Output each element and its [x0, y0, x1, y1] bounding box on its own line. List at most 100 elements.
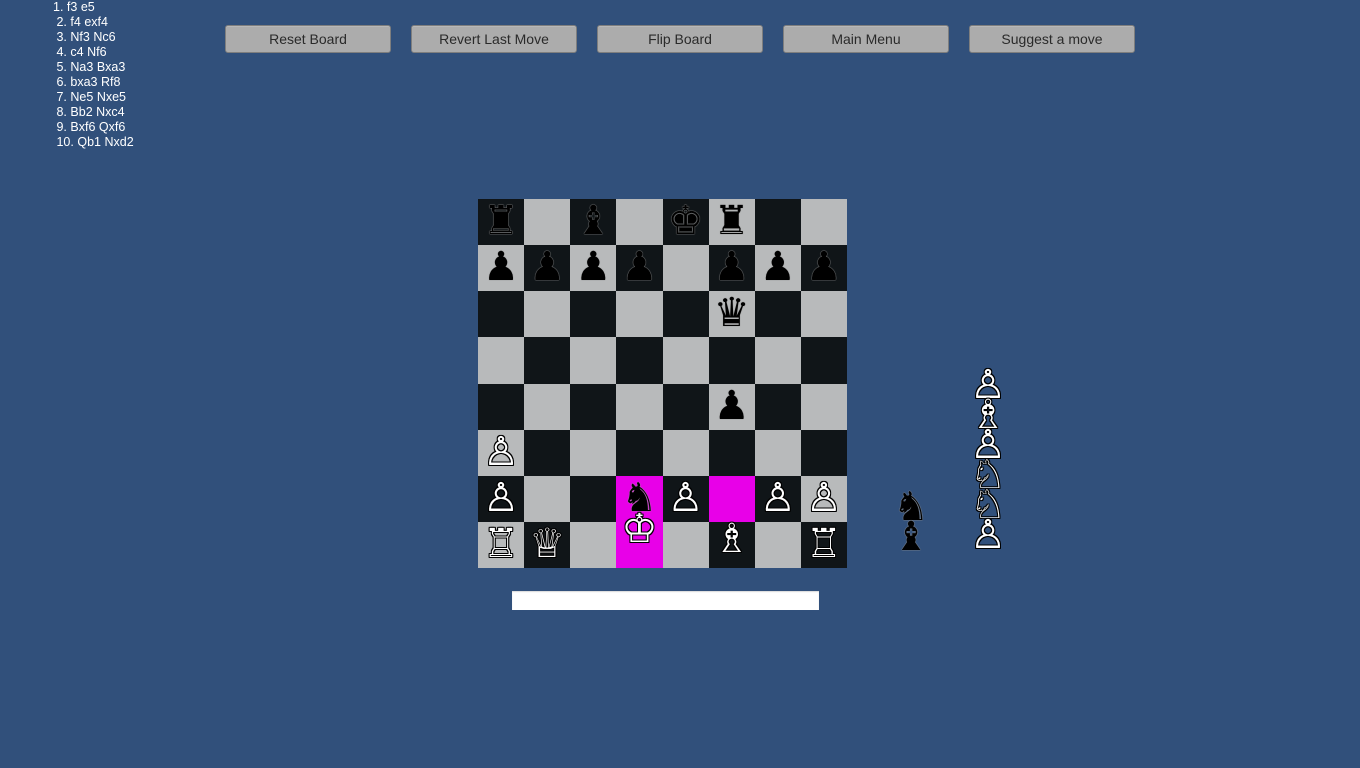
square-c2[interactable] [570, 475, 617, 522]
square-f1[interactable]: ♗ [708, 516, 755, 568]
square-a3[interactable]: ♙ [478, 429, 525, 476]
captured-white-pawn-icon: ♙ [970, 512, 1006, 558]
white-pawn-icon[interactable]: ♙ [478, 475, 524, 521]
white-queen-icon[interactable]: ♕ [524, 521, 570, 567]
square-b5[interactable] [524, 337, 571, 384]
black-pawn-icon[interactable]: ♟ [801, 244, 847, 290]
square-d3[interactable] [616, 429, 663, 476]
black-queen-icon[interactable]: ♛ [709, 290, 755, 336]
move-row: 5. Na3 Bxa3 [53, 60, 134, 75]
square-h8[interactable] [800, 199, 847, 246]
white-pawn-icon[interactable]: ♙ [755, 475, 801, 521]
square-g6[interactable] [754, 291, 801, 338]
square-h2[interactable]: ♙ [800, 475, 847, 522]
square-f4[interactable]: ♟ [708, 383, 755, 430]
suggest-move-button[interactable]: Suggest a move [969, 25, 1135, 53]
black-rook-icon[interactable]: ♜ [709, 198, 755, 244]
flip-board-button[interactable]: Flip Board [597, 25, 763, 53]
square-f5[interactable] [708, 337, 755, 384]
square-g3[interactable] [754, 429, 801, 476]
move-row: 8. Bb2 Nxc4 [53, 105, 134, 120]
square-g4[interactable] [754, 383, 801, 430]
square-a7[interactable]: ♟ [478, 244, 525, 292]
black-rook-icon[interactable]: ♜ [478, 198, 524, 244]
square-c4[interactable] [570, 383, 617, 430]
square-g5[interactable] [754, 337, 801, 384]
black-king-icon[interactable]: ♚ [663, 198, 709, 244]
square-g2[interactable]: ♙ [754, 475, 801, 522]
black-pawn-icon[interactable]: ♟ [755, 244, 801, 290]
square-b6[interactable] [524, 291, 571, 338]
square-g8[interactable] [754, 199, 801, 246]
square-e4[interactable] [662, 383, 709, 430]
square-a4[interactable] [478, 383, 525, 430]
square-a1[interactable]: ♖ [478, 521, 525, 568]
square-e3[interactable] [662, 429, 709, 476]
square-e8[interactable]: ♚ [662, 198, 709, 246]
white-pawn-icon[interactable]: ♙ [478, 429, 524, 475]
square-c3[interactable] [570, 429, 617, 476]
chess-board[interactable]: ♜ ♝ ♚ ♜ ♟ ♟ ♟ ♟ ♟ ♟ ♟ ♛ ♟ ♙ ♙ ♞ ♙ ♙ ♙ ♖ ♕ ♔ ♗ ♖ [478, 198, 847, 568]
square-d4[interactable] [616, 383, 663, 430]
square-f7[interactable]: ♟ [708, 244, 755, 292]
white-rook-icon[interactable]: ♖ [478, 521, 524, 567]
square-h6[interactable] [800, 291, 847, 338]
square-e1[interactable] [662, 521, 709, 568]
square-c7[interactable]: ♟ [570, 244, 617, 292]
reset-board-button[interactable]: Reset Board [225, 25, 391, 53]
square-h3[interactable] [800, 429, 847, 476]
square-h7[interactable]: ♟ [800, 244, 847, 292]
square-e5[interactable] [662, 337, 709, 384]
square-a5[interactable] [478, 337, 525, 384]
revert-last-move-button[interactable]: Revert Last Move [411, 25, 577, 53]
square-d1[interactable]: ♔ [616, 506, 663, 568]
square-f6[interactable]: ♛ [708, 290, 755, 338]
move-input[interactable] [512, 591, 819, 610]
square-f8[interactable]: ♜ [708, 198, 755, 246]
square-d6[interactable] [616, 291, 663, 338]
square-c5[interactable] [570, 337, 617, 384]
square-d8[interactable] [616, 199, 663, 246]
square-e2[interactable]: ♙ [662, 475, 709, 522]
square-h1[interactable]: ♖ [800, 521, 847, 568]
black-pawn-icon[interactable]: ♟ [478, 244, 524, 290]
black-pawn-icon[interactable]: ♟ [709, 244, 755, 290]
square-a2[interactable]: ♙ [478, 475, 525, 522]
square-b7[interactable]: ♟ [524, 244, 571, 292]
square-a8[interactable]: ♜ [478, 198, 525, 246]
white-move: f4 [70, 15, 81, 29]
white-rook-icon[interactable]: ♖ [801, 521, 847, 567]
square-a6[interactable] [478, 291, 525, 338]
square-e6[interactable] [662, 291, 709, 338]
square-b4[interactable] [524, 383, 571, 430]
square-e7[interactable] [662, 245, 709, 292]
black-pawn-icon[interactable]: ♟ [570, 244, 616, 290]
square-h4[interactable] [800, 383, 847, 430]
black-pawn-icon[interactable]: ♟ [524, 244, 570, 290]
move-number: 4. [56, 45, 67, 59]
square-g1[interactable] [754, 521, 801, 568]
square-b1[interactable]: ♕ [524, 521, 571, 568]
square-h5[interactable] [800, 337, 847, 384]
square-b3[interactable] [524, 429, 571, 476]
black-bishop-icon[interactable]: ♝ [570, 198, 616, 244]
square-b8[interactable] [524, 199, 571, 246]
square-c1[interactable] [570, 521, 617, 568]
move-row: 4. c4 Nf6 [53, 45, 134, 60]
move-row: 2. f4 exf4 [53, 15, 134, 30]
square-c6[interactable] [570, 291, 617, 338]
square-g7[interactable]: ♟ [754, 244, 801, 292]
main-menu-button[interactable]: Main Menu [783, 25, 949, 53]
black-pawn-icon[interactable]: ♟ [616, 244, 662, 290]
square-c8[interactable]: ♝ [570, 198, 617, 246]
white-pawn-icon[interactable]: ♙ [801, 475, 847, 521]
square-b2[interactable] [524, 475, 571, 522]
black-pawn-icon[interactable]: ♟ [709, 383, 755, 429]
white-king-icon[interactable]: ♔ [616, 506, 662, 552]
square-f3[interactable] [708, 429, 755, 476]
move-history: 1. f3 e5 2. f4 exf4 3. Nf3 Nc6 4. c4 Nf6… [53, 0, 134, 150]
square-d7[interactable]: ♟ [616, 244, 663, 292]
square-d5[interactable] [616, 337, 663, 384]
white-pawn-icon[interactable]: ♙ [663, 475, 709, 521]
white-bishop-icon[interactable]: ♗ [709, 516, 755, 562]
